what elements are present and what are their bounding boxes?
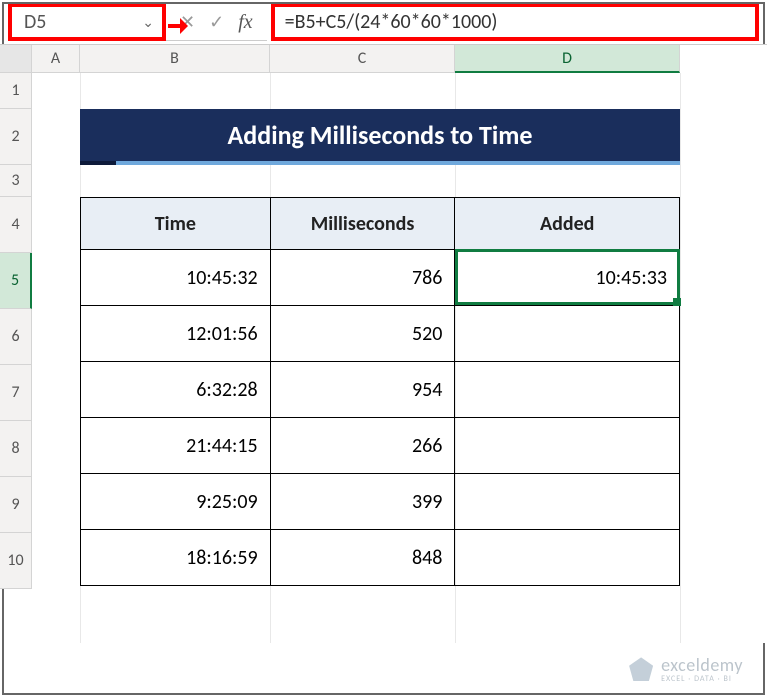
logo-icon [629, 657, 653, 681]
header-ms[interactable]: Milliseconds [270, 198, 455, 250]
cell-B9[interactable]: 9:25:09 [81, 474, 271, 530]
watermark-brand: exceldemy [661, 656, 743, 675]
cell-C8[interactable]: 266 [270, 418, 455, 474]
cell-D8[interactable] [455, 418, 680, 474]
table-row: 6:32:28 954 [81, 362, 680, 418]
table-row: 12:01:56 520 [81, 306, 680, 362]
watermark: exceldemy EXCEL · DATA · BI [629, 656, 743, 683]
col-header-B[interactable]: B [80, 45, 270, 73]
title-banner: Adding Milliseconds to Time [80, 109, 680, 165]
cell-D9[interactable] [455, 474, 680, 530]
row-header-2[interactable]: 2 [0, 109, 32, 165]
fx-icon[interactable]: fx [238, 11, 252, 34]
table-row: 21:44:15 266 [81, 418, 680, 474]
cell-B6[interactable]: 12:01:56 [81, 306, 271, 362]
cell-B10[interactable]: 18:16:59 [81, 530, 271, 586]
row-header-3[interactable]: 3 [0, 165, 32, 197]
row-header-4[interactable]: 4 [0, 197, 32, 253]
row-headers: 1 2 3 4 5 6 7 8 9 10 [0, 73, 32, 643]
cell-D7[interactable] [455, 362, 680, 418]
watermark-sub: EXCEL · DATA · BI [661, 675, 743, 683]
table-row: 9:25:09 399 [81, 474, 680, 530]
table-row: 10:45:32 786 10:45:33 [81, 250, 680, 306]
enter-icon[interactable]: ✓ [209, 11, 224, 33]
cell-C7[interactable]: 954 [270, 362, 455, 418]
table-row: 18:16:59 848 [81, 530, 680, 586]
cell-B8[interactable]: 21:44:15 [81, 418, 271, 474]
row-header-8[interactable]: 8 [0, 421, 32, 477]
data-table: Time Milliseconds Added 10:45:32 786 10:… [80, 197, 680, 586]
col-header-D[interactable]: D [455, 45, 680, 73]
header-added[interactable]: Added [455, 198, 680, 250]
cell-D10[interactable] [455, 530, 680, 586]
row-header-6[interactable]: 6 [0, 309, 32, 365]
formula-input[interactable]: =B5+C5/(24*60*60*1000) [271, 3, 759, 41]
title-text: Adding Milliseconds to Time [228, 119, 533, 151]
select-all-triangle[interactable] [0, 45, 32, 73]
cell-C5[interactable]: 786 [270, 250, 455, 306]
cell-B5[interactable]: 10:45:32 [81, 250, 271, 306]
name-box-value: D5 [24, 10, 46, 34]
callout-arrow-name-to-formula [168, 24, 186, 28]
cell-B7[interactable]: 6:32:28 [81, 362, 271, 418]
row-header-7[interactable]: 7 [0, 365, 32, 421]
table-header-row: Time Milliseconds Added [81, 198, 680, 250]
cell-D5[interactable]: 10:45:33 [455, 250, 680, 306]
cell-C9[interactable]: 399 [270, 474, 455, 530]
cell-C6[interactable]: 520 [270, 306, 455, 362]
column-headers: A B C D [0, 45, 767, 73]
worksheet-grid: A B C D 1 2 3 4 5 6 7 8 9 10 Adding Mill… [0, 44, 767, 643]
col-header-C[interactable]: C [270, 45, 455, 73]
name-box[interactable]: D5 ⌄ [8, 3, 166, 41]
col-header-A[interactable]: A [32, 45, 80, 73]
row-header-10[interactable]: 10 [0, 533, 32, 589]
formula-text: =B5+C5/(24*60*60*1000) [285, 10, 498, 34]
cell-C10[interactable]: 848 [270, 530, 455, 586]
sheet-area[interactable]: Adding Milliseconds to Time Time Millise… [32, 73, 767, 643]
row-header-9[interactable]: 9 [0, 477, 32, 533]
chevron-down-icon[interactable]: ⌄ [142, 14, 154, 31]
formula-bar: D5 ⌄ ✕ ✓ fx =B5+C5/(24*60*60*1000) [0, 0, 767, 44]
row-header-5[interactable]: 5 [0, 253, 32, 309]
row-header-1[interactable]: 1 [0, 73, 32, 109]
header-time[interactable]: Time [81, 198, 271, 250]
cell-D6[interactable] [455, 306, 680, 362]
